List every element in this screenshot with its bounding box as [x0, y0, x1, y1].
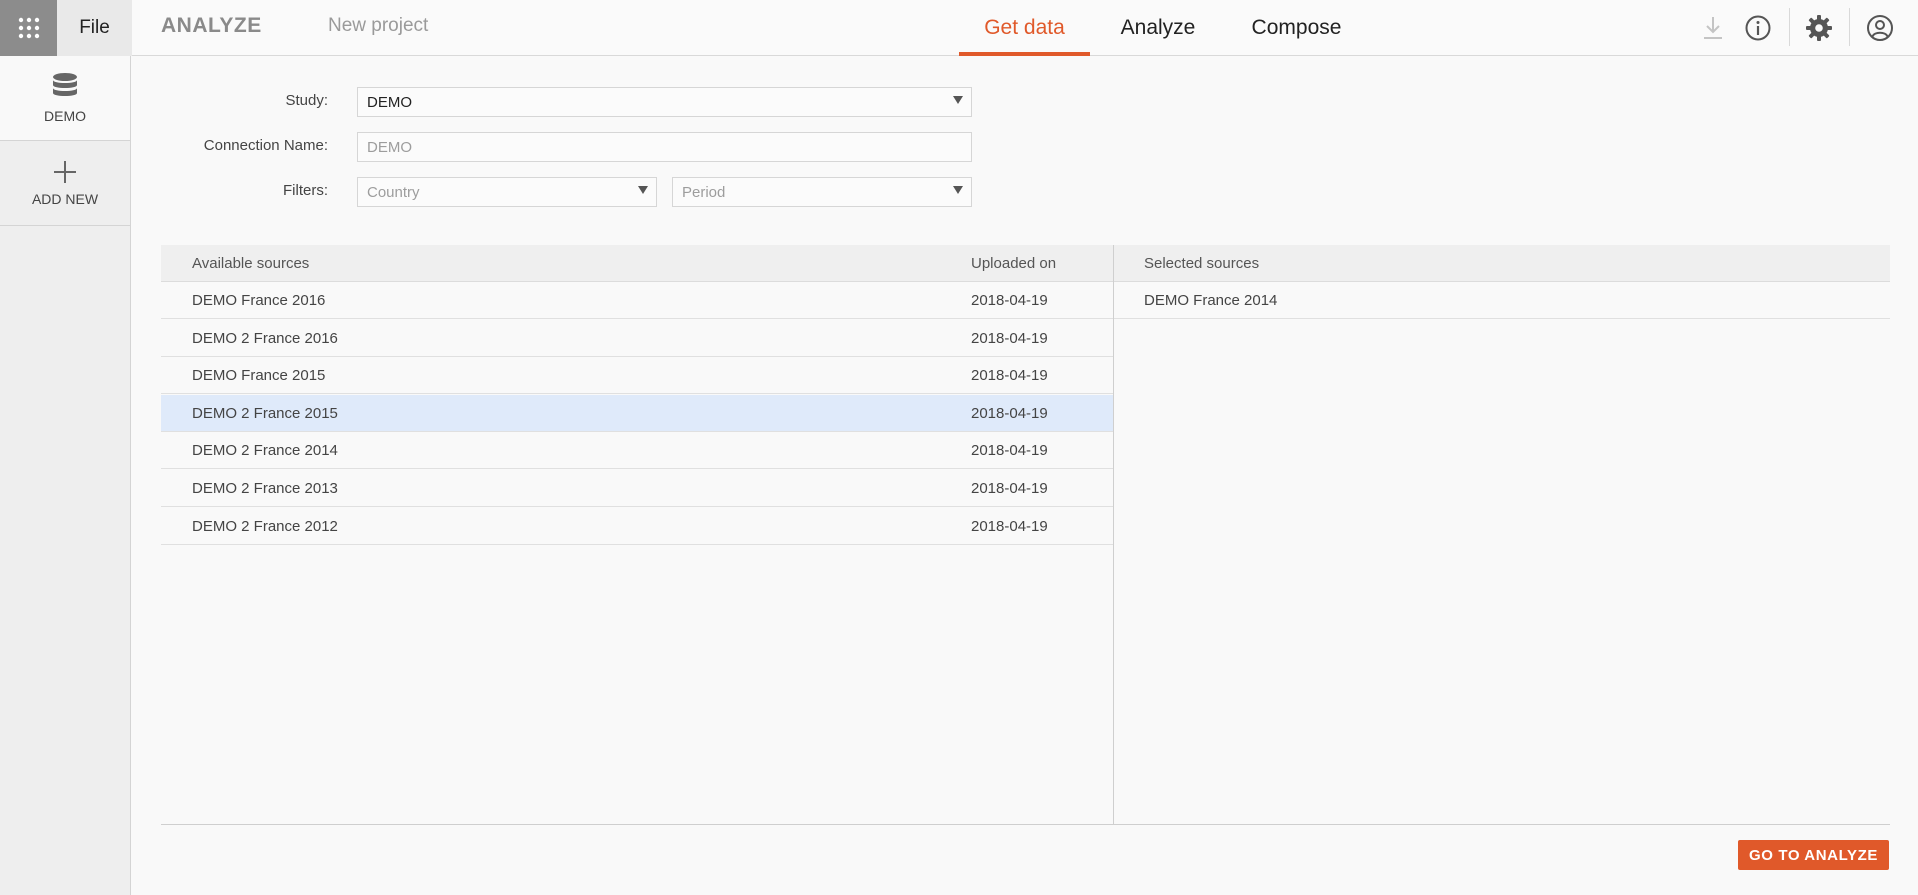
selected-sources-table: Selected sources DEMO France 2014	[1114, 245, 1890, 824]
table-row[interactable]: DEMO 2 France 2012 2018-04-19	[161, 508, 1113, 545]
info-icon	[1745, 15, 1771, 41]
source-name: DEMO 2 France 2013	[192, 480, 338, 497]
period-filter-placeholder: Period	[682, 183, 726, 201]
filters-label: Filters:	[283, 182, 328, 199]
apps-grid-icon	[18, 17, 39, 39]
table-row[interactable]: DEMO France 2015 2018-04-19	[161, 357, 1113, 395]
sidebar-item-label: DEMO	[44, 108, 86, 124]
sources-panel: Available sources Uploaded on DEMO Franc…	[161, 245, 1890, 825]
table-row[interactable]: DEMO 2 France 2014 2018-04-19	[161, 432, 1113, 470]
chevron-down-icon	[953, 186, 963, 194]
download-button[interactable]	[1695, 10, 1731, 46]
sidebar-item-demo[interactable]: DEMO	[0, 56, 130, 141]
connection-name-placeholder: DEMO	[367, 138, 412, 156]
user-account-button[interactable]	[1862, 10, 1898, 46]
top-bar: File ANALYZE New project Get data Analyz…	[0, 0, 1918, 56]
country-filter-placeholder: Country	[367, 183, 420, 201]
table-row[interactable]: DEMO France 2014	[1114, 282, 1890, 319]
table-row[interactable]: DEMO 2 France 2015 2018-04-19	[161, 394, 1113, 432]
source-name: DEMO France 2015	[192, 367, 326, 385]
source-name: DEMO 2 France 2012	[192, 517, 338, 535]
table-row[interactable]: DEMO 2 France 2013 2018-04-19	[161, 470, 1113, 507]
sidebar-item-add-new[interactable]: ADD NEW	[0, 141, 130, 226]
upload-date: 2018-04-19	[971, 367, 1048, 385]
column-header-selected-sources: Selected sources	[1144, 255, 1260, 272]
go-to-analyze-button[interactable]: GO TO ANALYZE	[1738, 840, 1889, 870]
apps-grid-button[interactable]	[0, 0, 57, 56]
upload-date: 2018-04-19	[971, 404, 1048, 422]
divider	[1789, 8, 1790, 46]
info-button[interactable]	[1740, 10, 1776, 46]
table-row[interactable]: DEMO 2 France 2016 2018-04-19	[161, 320, 1113, 357]
upload-date: 2018-04-19	[971, 480, 1048, 497]
settings-button[interactable]	[1801, 10, 1837, 46]
study-select-value: DEMO	[367, 93, 412, 111]
sidebar-item-label: ADD NEW	[31, 191, 99, 207]
source-name: DEMO France 2016	[192, 292, 326, 309]
source-name: DEMO 2 France 2014	[192, 442, 338, 460]
tab-get-data[interactable]: Get data	[959, 0, 1090, 56]
tab-compose[interactable]: Compose	[1240, 0, 1353, 56]
column-header-uploaded-on[interactable]: Uploaded on	[971, 255, 1056, 272]
source-name: DEMO France 2014	[1144, 292, 1278, 309]
source-name: DEMO 2 France 2015	[192, 404, 338, 422]
upload-date: 2018-04-19	[971, 292, 1048, 309]
period-filter-select[interactable]: Period	[672, 177, 972, 207]
available-sources-table: Available sources Uploaded on DEMO Franc…	[161, 245, 1114, 824]
upload-date: 2018-04-19	[971, 329, 1048, 347]
connection-name-input[interactable]: DEMO	[357, 132, 972, 162]
file-menu-button[interactable]: File	[57, 0, 132, 56]
country-filter-select[interactable]: Country	[357, 177, 657, 207]
table-header: Selected sources	[1114, 245, 1890, 282]
divider	[1849, 8, 1850, 46]
database-icon	[53, 73, 77, 96]
download-icon	[1704, 17, 1722, 39]
table-header: Available sources Uploaded on	[161, 245, 1113, 282]
upload-date: 2018-04-19	[971, 517, 1048, 535]
plus-icon	[54, 161, 76, 183]
study-select[interactable]: DEMO	[357, 87, 972, 117]
user-account-icon	[1867, 15, 1893, 41]
connection-name-label: Connection Name:	[203, 137, 328, 154]
connections-sidebar: DEMO ADD NEW	[0, 56, 131, 895]
project-name[interactable]: New project	[328, 15, 428, 37]
upload-date: 2018-04-19	[971, 442, 1048, 460]
chevron-down-icon	[953, 96, 963, 104]
app-name: ANALYZE	[161, 14, 262, 37]
tab-analyze[interactable]: Analyze	[1108, 0, 1208, 56]
column-header-available-sources[interactable]: Available sources	[192, 255, 309, 272]
source-name: DEMO 2 France 2016	[192, 329, 338, 347]
chevron-down-icon	[638, 186, 648, 194]
gear-icon	[1806, 15, 1832, 41]
study-label: Study:	[285, 92, 328, 109]
table-row[interactable]: DEMO France 2016 2018-04-19	[161, 282, 1113, 319]
